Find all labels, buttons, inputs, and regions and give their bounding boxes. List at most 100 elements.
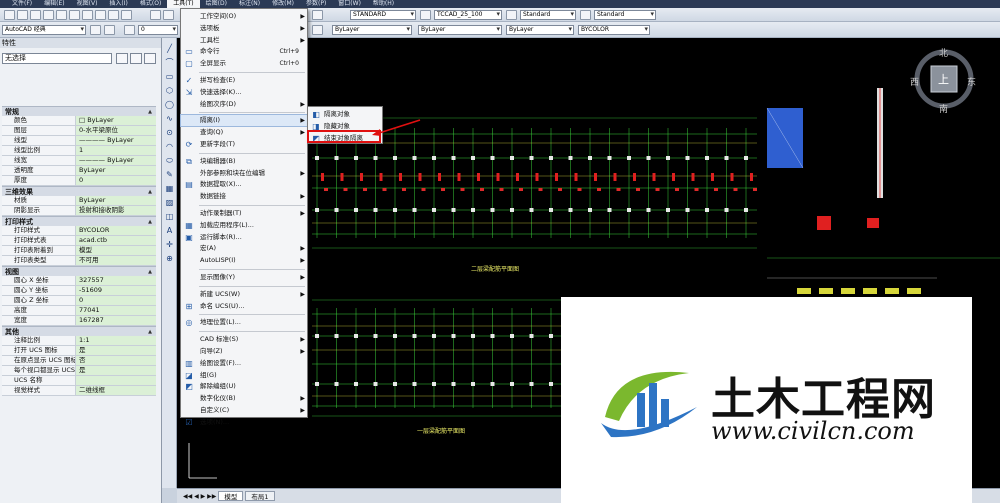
menubar-item-8[interactable]: 修改(M) <box>266 0 300 8</box>
menubar-item-7[interactable]: 标注(N) <box>233 0 266 8</box>
property-row[interactable]: 视觉样式 二维线框 <box>2 386 156 396</box>
lineweight-combo[interactable]: ByLayer <box>506 25 574 35</box>
menu-item[interactable]: 快速选择(K)... ⇲ <box>181 87 307 98</box>
layer-manager-icon[interactable] <box>124 25 135 35</box>
property-row[interactable]: 打印表类型 不可用 <box>2 256 156 266</box>
menubar-item-9[interactable]: 参数(P) <box>300 0 332 8</box>
tab-nav-icon[interactable]: ◀◀ ◀ ▶ ▶▶ <box>183 493 216 500</box>
draw-tool-icon[interactable]: ╱ <box>164 44 175 53</box>
menu-item[interactable]: 新建 UCS(W) ▶ <box>181 289 307 300</box>
draw-tool-icon[interactable]: ▦ <box>164 184 175 193</box>
workspace-combo[interactable]: AutoCAD 经典 <box>2 25 86 35</box>
draw-tool-icon[interactable]: ⊕ <box>164 254 175 263</box>
save-icon[interactable] <box>30 10 41 20</box>
selection-combo[interactable]: 无选择 <box>2 53 112 64</box>
draw-tool-icon[interactable]: ◠ <box>164 142 175 151</box>
draw-tool-icon[interactable]: ✎ <box>164 170 175 179</box>
property-section-header[interactable]: 常规 <box>2 106 156 117</box>
menu-item[interactable]: 组(G) ◪ <box>181 370 307 381</box>
compass-south[interactable]: 南 <box>939 102 948 115</box>
table-style-icon[interactable] <box>506 10 517 20</box>
paste-icon[interactable] <box>95 10 106 20</box>
menu-item[interactable]: 外部参照和块在位编辑 ▶ <box>181 168 307 179</box>
menu-item[interactable]: 选项(N)... ☑ <box>181 417 307 428</box>
toggle-pickadd-icon[interactable] <box>116 53 128 64</box>
property-row[interactable]: 圆心 Y 坐标 -51609 <box>2 286 156 296</box>
draw-tool-icon[interactable]: ◫ <box>164 212 175 221</box>
dim-style-icon[interactable] <box>420 10 431 20</box>
property-value[interactable]: 327557 <box>76 276 156 285</box>
menubar-item-10[interactable]: 窗口(W) <box>332 0 367 8</box>
property-value[interactable] <box>76 376 156 385</box>
tab-layout1[interactable]: 布局1 <box>245 491 275 501</box>
menu-item[interactable]: CAD 标准(S) ▶ <box>181 334 307 345</box>
table-style-combo[interactable]: Standard <box>520 10 576 20</box>
property-value[interactable]: ———— ByLayer <box>76 136 156 145</box>
block-icon[interactable] <box>121 10 132 20</box>
menu-item[interactable]: 拼写检查(E) ✓ <box>181 75 307 86</box>
linetype-combo[interactable]: ByLayer <box>418 25 502 35</box>
menu-item[interactable]: 数据提取(X)... ▤ <box>181 179 307 190</box>
menu-item[interactable]: 块编辑器(B) ⧉ <box>181 156 307 167</box>
menubar-item-1[interactable]: 编辑(E) <box>38 0 70 8</box>
draw-tool-icon[interactable]: ⊙ <box>164 128 175 137</box>
open-file-icon[interactable] <box>17 10 28 20</box>
menu-item[interactable]: 更新字段(T) ⟳ <box>181 139 307 150</box>
menu-item[interactable]: 命名 UCS(U)... ⊞ <box>181 301 307 312</box>
match-prop-icon[interactable] <box>108 10 119 20</box>
tab-model[interactable]: 模型 <box>218 491 244 501</box>
menu-item[interactable]: 显示图像(Y) ▶ <box>181 272 307 283</box>
text-style-combo[interactable]: STANDARD <box>350 10 416 20</box>
property-row[interactable]: UCS 名称 <box>2 376 156 386</box>
property-row[interactable]: 高度 77041 <box>2 306 156 316</box>
menu-item[interactable]: 隔离(I) ▶ <box>180 114 308 128</box>
property-row[interactable]: 打印表附着到 模型 <box>2 246 156 256</box>
property-row[interactable]: 注释比例 1:1 <box>2 336 156 346</box>
menu-item[interactable]: AutoLISP(I) ▶ <box>181 255 307 266</box>
property-value[interactable]: 0 <box>76 296 156 305</box>
property-value[interactable]: ByLayer <box>76 196 156 205</box>
property-value[interactable]: 77041 <box>76 306 156 315</box>
property-value[interactable]: 0 <box>76 176 156 185</box>
menu-item[interactable]: 绘图次序(D) ▶ <box>181 99 307 110</box>
draw-tool-icon[interactable]: ▨ <box>164 198 175 207</box>
property-section-header[interactable]: 三维效果 <box>2 186 156 197</box>
quick-select-icon[interactable] <box>144 53 156 64</box>
property-value[interactable]: 否 <box>76 356 156 365</box>
lock-ui-icon[interactable] <box>104 25 115 35</box>
draw-tool-icon[interactable]: A <box>164 226 175 235</box>
property-row[interactable]: 圆心 X 坐标 327557 <box>2 276 156 286</box>
property-row[interactable]: 阴影显示 投射和接收阴影 <box>2 206 156 216</box>
undo-icon[interactable] <box>150 10 161 20</box>
property-value[interactable]: 1 <box>76 146 156 155</box>
draw-tool-icon[interactable]: ⬡ <box>164 86 175 95</box>
layer-combo[interactable]: 0 <box>138 25 178 35</box>
property-row[interactable]: 打印样式表 acad.ctb <box>2 236 156 246</box>
menu-item[interactable]: 工作空间(O) ▶ <box>181 11 307 22</box>
property-value[interactable]: 167287 <box>76 316 156 325</box>
property-row[interactable]: 颜色 □ ByLayer <box>2 116 156 126</box>
cube-top-face[interactable]: 上 <box>938 71 949 87</box>
view-cube[interactable]: 北 南 东 西 上 <box>910 45 978 115</box>
menu-item[interactable]: 绘图设置(F)... ▥ <box>181 358 307 369</box>
menubar-item-11[interactable]: 帮助(H) <box>367 0 400 8</box>
menubar-item-6[interactable]: 绘图(D) <box>200 0 233 8</box>
menu-item[interactable]: 向导(Z) ▶ <box>181 346 307 357</box>
compass-west[interactable]: 西 <box>910 75 919 88</box>
property-row[interactable]: 圆心 Z 坐标 0 <box>2 296 156 306</box>
print-icon[interactable] <box>43 10 54 20</box>
property-row[interactable]: 厚度 0 <box>2 176 156 186</box>
preview-icon[interactable] <box>56 10 67 20</box>
property-value[interactable]: ———— ByLayer <box>76 156 156 165</box>
draw-tool-icon[interactable]: ▭ <box>164 72 175 81</box>
menu-item[interactable]: 解除编组(U) ◩ <box>181 381 307 392</box>
property-value[interactable]: BYCOLOR <box>76 226 156 235</box>
property-row[interactable]: 每个视口都显示 UCS 是 <box>2 366 156 376</box>
menu-item[interactable]: 查询(Q) ▶ <box>181 127 307 138</box>
menubar-item-0[interactable]: 文件(F) <box>6 0 38 8</box>
menu-item[interactable]: 加载应用程序(L)... ▦ <box>181 220 307 231</box>
compass-north[interactable]: 北 <box>939 46 948 59</box>
property-value[interactable]: 投射和接收阴影 <box>76 206 156 215</box>
property-row[interactable]: 打印样式 BYCOLOR <box>2 226 156 236</box>
property-value[interactable]: 不可用 <box>76 256 156 265</box>
